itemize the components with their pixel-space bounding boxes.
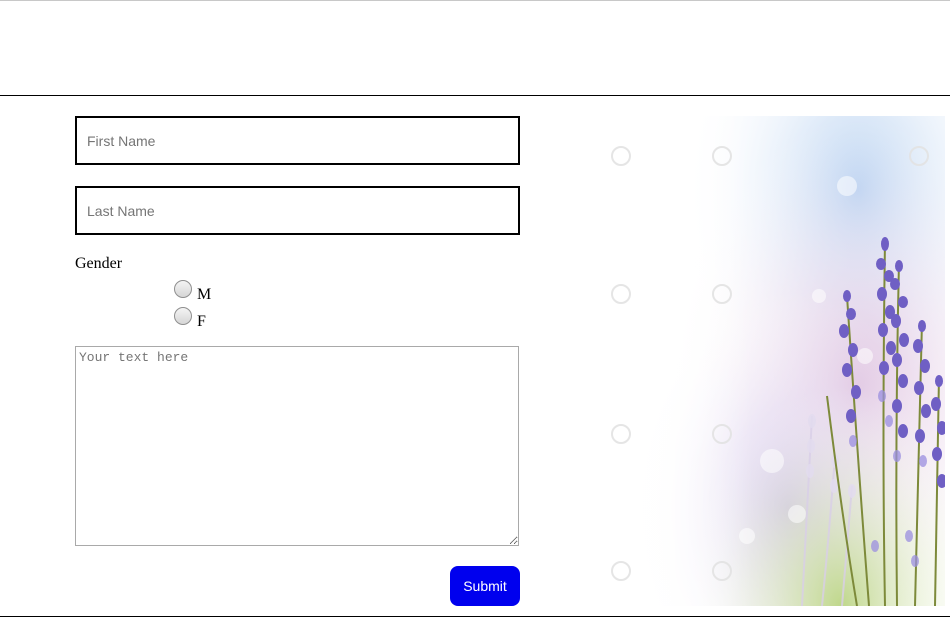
gender-f-label: F [197,313,206,330]
lavender-image [597,116,945,606]
comment-textarea[interactable] [75,346,519,546]
footer-divider [0,616,950,617]
header-divider [0,95,950,96]
submit-button[interactable]: Submit [450,566,520,606]
top-divider [0,0,950,1]
gender-f-radio[interactable] [174,307,192,325]
gender-m-label: M [197,286,212,303]
first-name-input[interactable] [75,116,520,165]
gender-option-m[interactable]: M [174,276,211,303]
gender-label: Gender [75,255,123,272]
last-name-input[interactable] [75,186,520,235]
gender-m-radio[interactable] [174,280,192,298]
gender-option-f[interactable]: F [174,303,206,330]
